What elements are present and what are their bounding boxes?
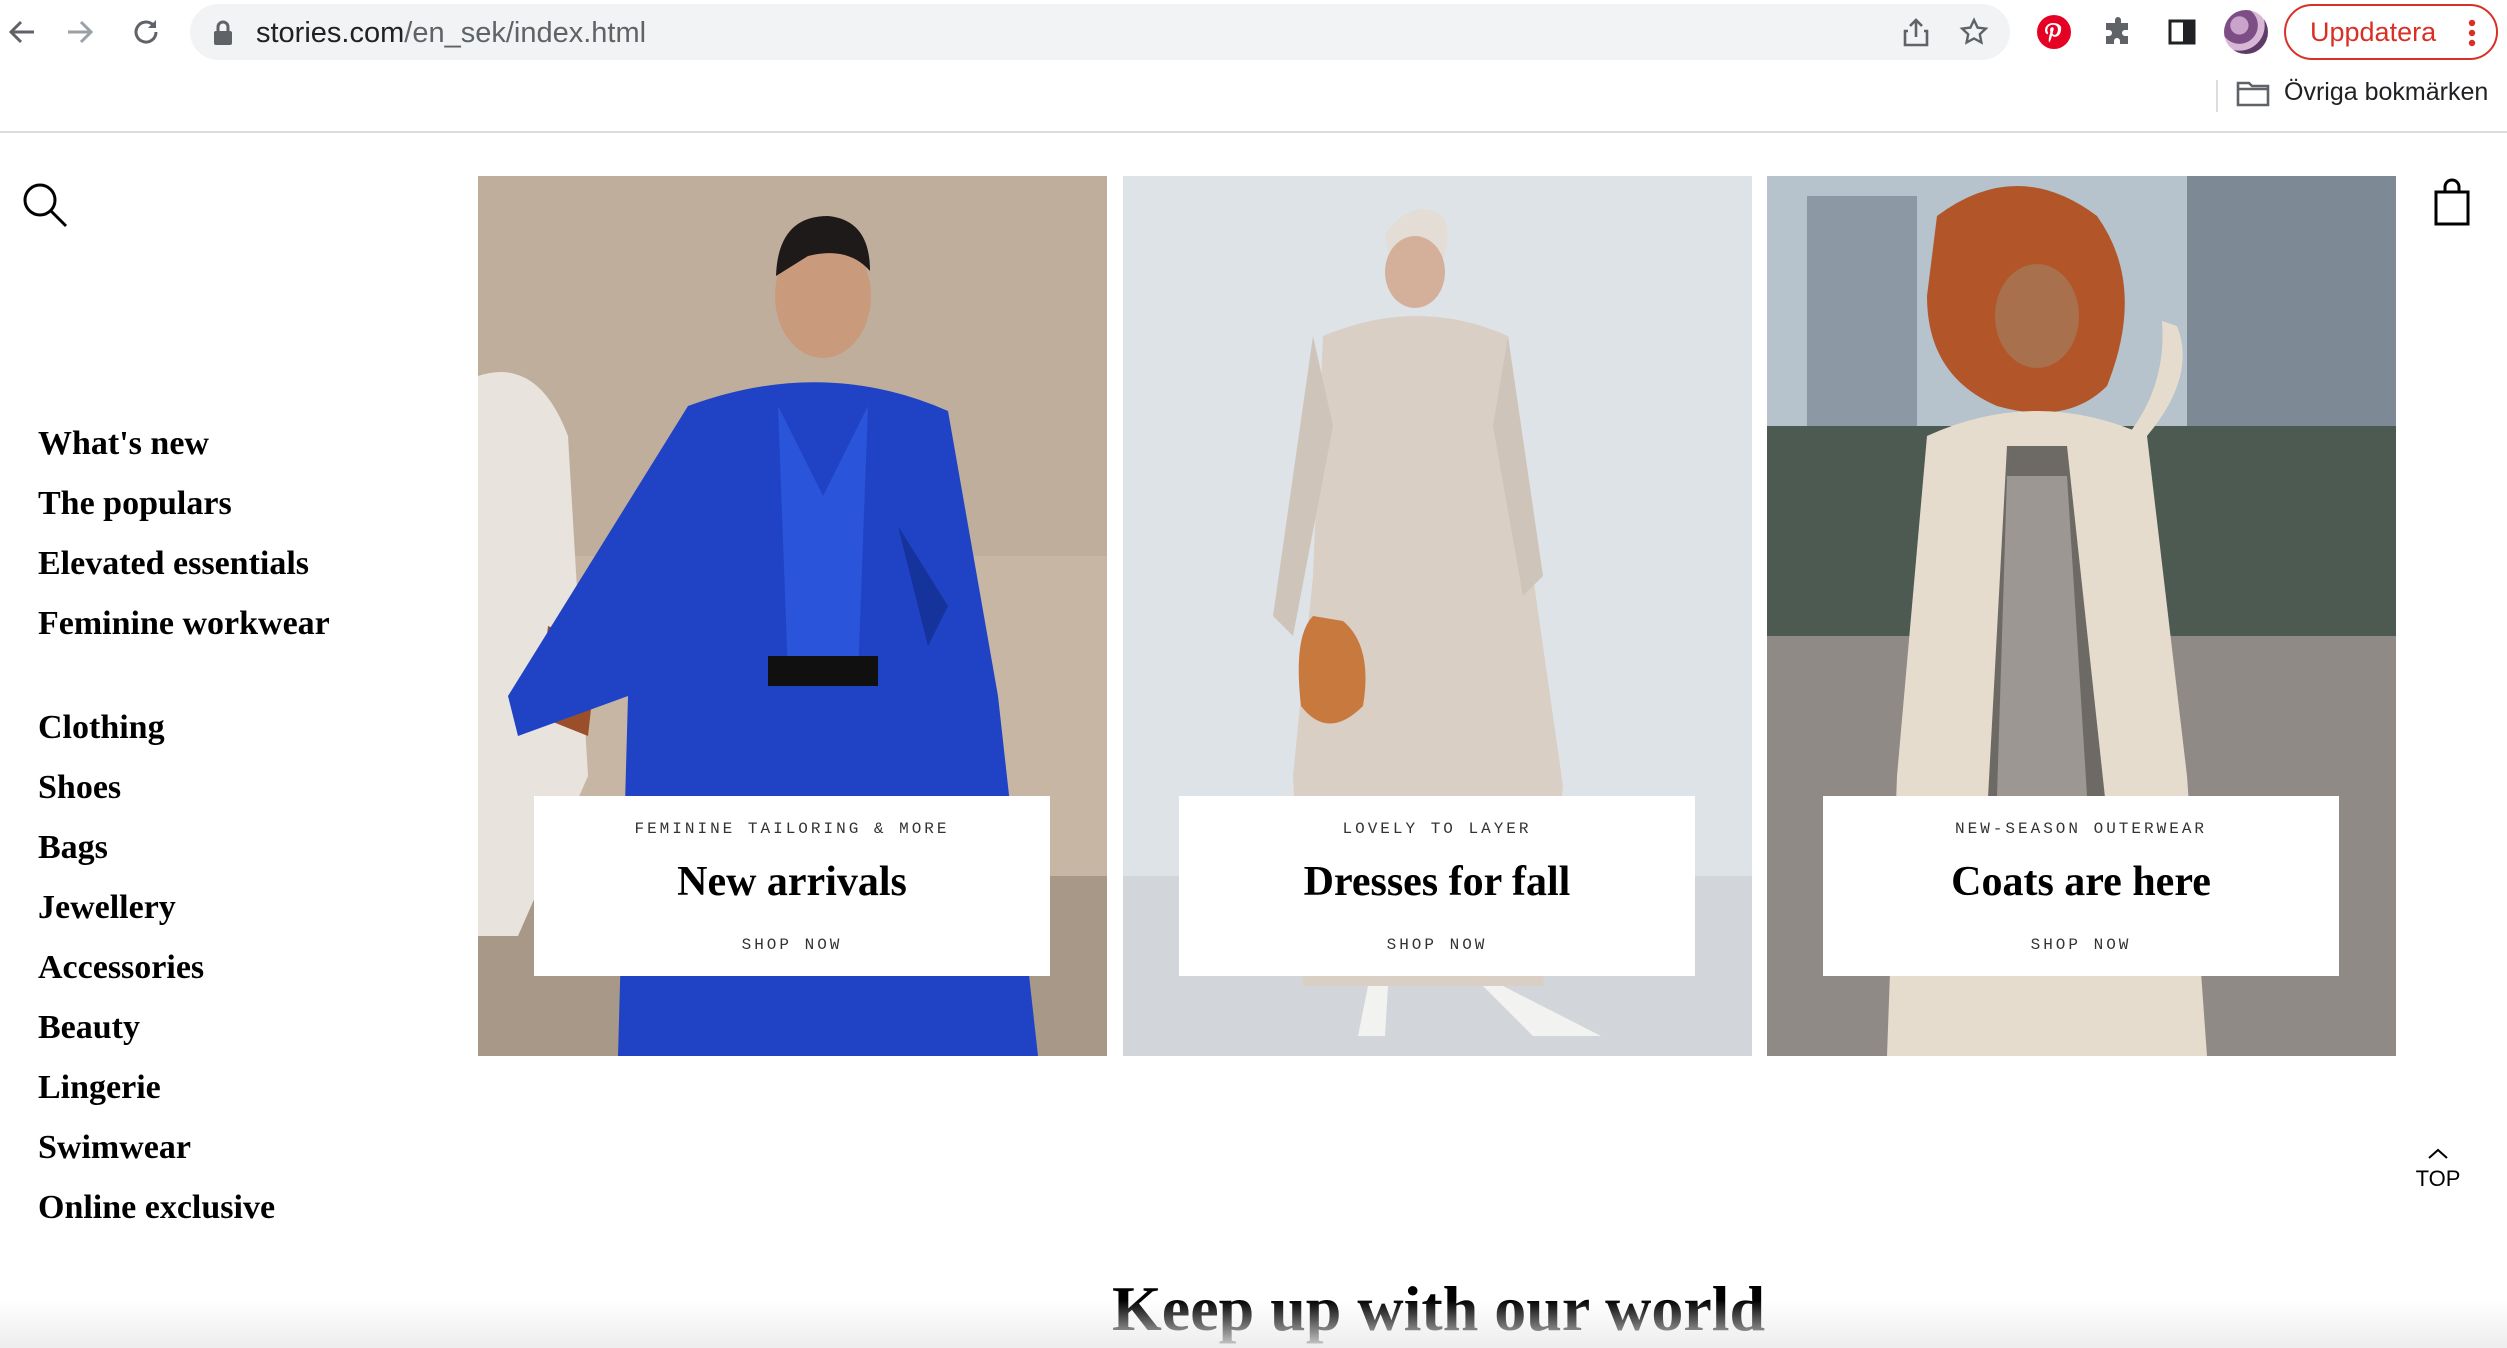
extensions-icon bbox=[2106, 17, 2128, 44]
promo-kicker: FEMININE TAILORING & MORE bbox=[634, 820, 950, 838]
promo-panel-new-arrivals[interactable]: FEMININE TAILORING & MORE New arrivals S… bbox=[478, 176, 1107, 1056]
promo-card: LOVELY TO LAYER Dresses for fall SHOP NO… bbox=[1179, 796, 1695, 976]
nav-lingerie[interactable]: Lingerie bbox=[38, 1058, 330, 1118]
search-icon[interactable] bbox=[20, 180, 70, 230]
side-panel-button[interactable] bbox=[2162, 12, 2202, 52]
promo-kicker: LOVELY TO LAYER bbox=[1342, 820, 1532, 838]
side-panel-icon bbox=[2168, 19, 2196, 45]
share-icon bbox=[1903, 18, 1929, 47]
promo-panel-dresses-for-fall[interactable]: LOVELY TO LAYER Dresses for fall SHOP NO… bbox=[1123, 176, 1752, 1056]
pinterest-icon bbox=[2037, 15, 2071, 49]
nav-group-spacer bbox=[38, 654, 330, 698]
url-host: stories.com bbox=[256, 17, 405, 49]
nav-the-populars[interactable]: The populars bbox=[38, 474, 330, 534]
promo-title[interactable]: Dresses for fall bbox=[1179, 858, 1695, 906]
nav-elevated-essentials[interactable]: Elevated essentials bbox=[38, 534, 330, 594]
shop-now-link[interactable]: SHOP NOW bbox=[534, 936, 1050, 954]
nav-jewellery[interactable]: Jewellery bbox=[38, 878, 330, 938]
back-to-top-button[interactable]: TOP bbox=[2410, 1140, 2466, 1192]
update-button[interactable]: Uppdatera bbox=[2284, 4, 2498, 60]
reload-icon bbox=[134, 20, 158, 44]
shop-now-link[interactable]: SHOP NOW bbox=[1823, 936, 2339, 954]
nav-online-exclusive[interactable]: Online exclusive bbox=[38, 1178, 330, 1238]
shopping-bag-icon[interactable] bbox=[2432, 178, 2472, 226]
update-label: Uppdatera bbox=[2310, 16, 2437, 47]
menu-dots-icon bbox=[2468, 19, 2476, 47]
url-text: stories.com/en_sek/index.html bbox=[256, 17, 646, 50]
forward-icon bbox=[68, 20, 94, 44]
promo-card: FEMININE TAILORING & MORE New arrivals S… bbox=[534, 796, 1050, 976]
promo-kicker: NEW-SEASON OUTERWEAR bbox=[1954, 820, 2208, 838]
promo-panel-coats-are-here[interactable]: NEW-SEASON OUTERWEAR Coats are here SHOP… bbox=[1767, 176, 2396, 1056]
share-button[interactable] bbox=[1900, 16, 1932, 48]
browser-toolbar: stories.com/en_sek/index.html Uppdatera … bbox=[0, 0, 2507, 133]
forward-button[interactable] bbox=[58, 10, 102, 54]
address-bar[interactable]: stories.com/en_sek/index.html bbox=[190, 4, 2010, 60]
url-path: /en_sek/index.html bbox=[404, 17, 647, 49]
nav-item-partially-visible bbox=[38, 1282, 47, 1300]
promo-card: NEW-SEASON OUTERWEAR Coats are here SHOP… bbox=[1823, 796, 2339, 976]
reload-button[interactable] bbox=[124, 10, 168, 54]
back-button[interactable] bbox=[0, 10, 44, 54]
side-navigation: What's new The populars Elevated essenti… bbox=[38, 414, 330, 1238]
nav-beauty[interactable]: Beauty bbox=[38, 998, 330, 1058]
nav-shoes[interactable]: Shoes bbox=[38, 758, 330, 818]
nav-clothing[interactable]: Clothing bbox=[38, 698, 330, 758]
pinterest-extension[interactable] bbox=[2034, 12, 2074, 52]
nav-feminine-workwear[interactable]: Feminine workwear bbox=[38, 594, 330, 654]
back-icon bbox=[8, 20, 34, 44]
folder-icon bbox=[2236, 81, 2270, 106]
bookmarks-folder-label: Övriga bokmärken bbox=[2284, 78, 2489, 106]
star-icon bbox=[1959, 17, 1989, 45]
promo-title[interactable]: New arrivals bbox=[534, 858, 1050, 906]
profile-avatar[interactable] bbox=[2224, 10, 2268, 54]
bottom-fade bbox=[0, 1300, 2507, 1348]
lock-icon bbox=[214, 20, 232, 45]
bookmark-separator bbox=[2216, 80, 2218, 112]
chevron-up-icon bbox=[2428, 1148, 2448, 1159]
shop-now-link[interactable]: SHOP NOW bbox=[1179, 936, 1695, 954]
bookmarks-folder[interactable]: Övriga bokmärken bbox=[2236, 78, 2488, 107]
nav-accessories[interactable]: Accessories bbox=[38, 938, 330, 998]
bookmark-star-button[interactable] bbox=[1958, 16, 1990, 48]
back-to-top-label: TOP bbox=[2415, 1166, 2461, 1191]
nav-bags[interactable]: Bags bbox=[38, 818, 330, 878]
promo-title[interactable]: Coats are here bbox=[1823, 858, 2339, 906]
extensions-button[interactable] bbox=[2098, 12, 2138, 52]
nav-swimwear[interactable]: Swimwear bbox=[38, 1118, 330, 1178]
nav-whats-new[interactable]: What's new bbox=[38, 414, 330, 474]
